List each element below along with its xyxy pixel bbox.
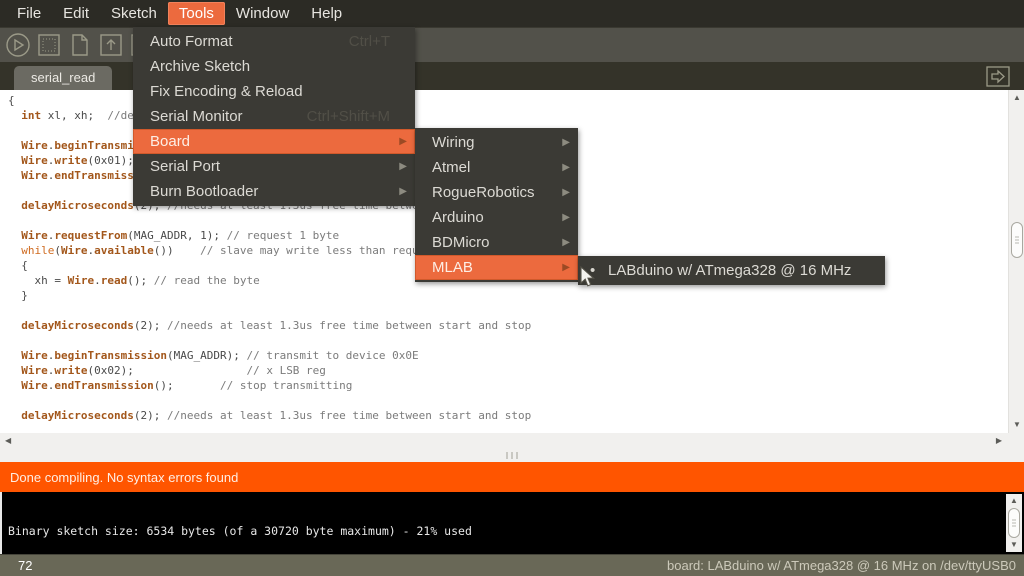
- menubar: FileEditSketchToolsWindowHelp: [0, 0, 1024, 27]
- code-line: [8, 303, 1024, 318]
- menubar-item-window[interactable]: Window: [225, 2, 300, 25]
- submenu-arrow-icon: ▶: [562, 155, 570, 180]
- board-menu-item-mlab[interactable]: MLAB ▶: [415, 255, 578, 280]
- code-line: [8, 333, 1024, 348]
- resize-grip-icon: [506, 452, 518, 459]
- menu-item-label: Atmel: [432, 159, 470, 176]
- menubar-item-sketch[interactable]: Sketch: [100, 2, 168, 25]
- tools-menu-item-fix-encoding-reload[interactable]: Fix Encoding & Reload: [133, 79, 415, 104]
- submenu-arrow-icon: ▶: [562, 255, 570, 280]
- menu-item-label: Serial Monitor: [150, 108, 243, 125]
- mouse-cursor-icon: [580, 266, 597, 294]
- menu-item-label: Archive Sketch: [150, 58, 250, 75]
- menu-item-label: Arduino: [432, 209, 484, 226]
- console-scrollbar[interactable]: ▲ ▼: [1006, 494, 1022, 552]
- scroll-up-icon[interactable]: ▲: [1013, 94, 1021, 102]
- tools-menu-item-board[interactable]: Board ▶: [133, 129, 415, 154]
- code-line: [8, 393, 1024, 408]
- console-output: Binary sketch size: 6534 bytes (of a 307…: [0, 492, 1024, 554]
- status-bar: Done compiling. No syntax errors found: [0, 462, 1024, 492]
- scroll-down-icon[interactable]: ▼: [1013, 421, 1021, 429]
- serial-monitor-icon[interactable]: [986, 66, 1010, 87]
- editor-horizontal-scrollbar[interactable]: ◀ ▶: [0, 433, 1024, 449]
- vscroll-thumb[interactable]: [1011, 222, 1023, 258]
- menubar-item-file[interactable]: File: [6, 2, 52, 25]
- submenu-arrow-icon: ▶: [562, 180, 570, 205]
- submenu-arrow-icon: ▶: [562, 205, 570, 230]
- submenu-arrow-icon: ▶: [562, 130, 570, 155]
- console-scroll-down-icon[interactable]: ▼: [1010, 541, 1018, 549]
- footer-bar: 72 board: LABduino w/ ATmega328 @ 16 MHz…: [0, 554, 1024, 576]
- code-line: delayMicroseconds(2); //needs at least 1…: [8, 318, 1024, 333]
- tools-menu-item-serial-monitor[interactable]: Serial Monitor Ctrl+Shift+M: [133, 104, 415, 129]
- tools-menu-item-archive-sketch[interactable]: Archive Sketch: [133, 54, 415, 79]
- editor-vertical-scrollbar[interactable]: ▲ ▼: [1008, 90, 1024, 433]
- console-line: Binary sketch size: 6534 bytes (of a 307…: [8, 524, 472, 538]
- menu-item-label: BDMicro: [432, 234, 490, 251]
- verify-icon[interactable]: [5, 32, 31, 58]
- line-number: 72: [18, 558, 32, 573]
- scroll-left-icon[interactable]: ◀: [5, 437, 11, 445]
- submenu-arrow-icon: ▶: [399, 179, 407, 204]
- menu-item-label: Serial Port: [150, 158, 220, 175]
- status-message: Done compiling. No syntax errors found: [10, 470, 238, 485]
- board-menu-item-wiring[interactable]: Wiring ▶: [415, 130, 578, 155]
- board-menu-item-bdmicro[interactable]: BDMicro ▶: [415, 230, 578, 255]
- board-menu-item-atmel[interactable]: Atmel ▶: [415, 155, 578, 180]
- pane-resize-handle[interactable]: [0, 449, 1024, 462]
- code-line: delayMicroseconds(2); //needs at least 1…: [8, 408, 1024, 423]
- mlab-submenu: •LABduino w/ ATmega328 @ 16 MHz: [578, 256, 885, 285]
- menu-shortcut: Ctrl+Shift+M: [307, 104, 390, 129]
- code-line: Wire.write(0x02); // x LSB reg: [8, 363, 1024, 378]
- board-menu-item-roguerobotics[interactable]: RogueRobotics ▶: [415, 180, 578, 205]
- board-submenu: Wiring▶Atmel▶RogueRobotics▶Arduino▶BDMic…: [415, 128, 578, 282]
- menu-shortcut: Ctrl+T: [349, 29, 390, 54]
- submenu-arrow-icon: ▶: [399, 129, 407, 154]
- menu-item-label: RogueRobotics: [432, 184, 535, 201]
- code-line: Wire.endTransmission(); // stop transmit…: [8, 378, 1024, 393]
- open-icon[interactable]: [98, 32, 124, 58]
- console-scroll-up-icon[interactable]: ▲: [1010, 497, 1018, 505]
- menu-item-label: Fix Encoding & Reload: [150, 83, 303, 100]
- submenu-arrow-icon: ▶: [399, 154, 407, 179]
- menubar-item-tools[interactable]: Tools: [168, 2, 225, 25]
- stop-icon[interactable]: [36, 32, 62, 58]
- tools-menu-item-auto-format[interactable]: Auto Format Ctrl+T: [133, 29, 415, 54]
- menubar-item-help[interactable]: Help: [300, 2, 353, 25]
- scroll-right-icon[interactable]: ▶: [996, 437, 1002, 445]
- tools-menu-item-serial-port[interactable]: Serial Port ▶: [133, 154, 415, 179]
- menu-item-label: Auto Format: [150, 33, 233, 50]
- menu-item-label: LABduino w/ ATmega328 @ 16 MHz: [608, 262, 851, 279]
- tab-serial-read[interactable]: serial_read: [14, 66, 112, 90]
- mlab-menu-item-labduino-w-atmega328-16-mhz[interactable]: •LABduino w/ ATmega328 @ 16 MHz: [578, 258, 885, 283]
- arduino-ide-window: FileEditSketchToolsWindowHelp: [0, 0, 1024, 576]
- menu-item-label: Board: [150, 133, 190, 150]
- board-status: board: LABduino w/ ATmega328 @ 16 MHz on…: [667, 558, 1016, 573]
- console-scroll-thumb[interactable]: [1008, 508, 1020, 538]
- board-menu-item-arduino[interactable]: Arduino ▶: [415, 205, 578, 230]
- menubar-item-edit[interactable]: Edit: [52, 2, 100, 25]
- menu-item-label: MLAB: [432, 259, 473, 276]
- new-sketch-icon[interactable]: [67, 32, 93, 58]
- submenu-arrow-icon: ▶: [562, 230, 570, 255]
- menu-item-label: Burn Bootloader: [150, 183, 258, 200]
- menu-item-label: Wiring: [432, 134, 475, 151]
- tools-menu: Auto Format Ctrl+T Archive Sketch Fix Encod…: [133, 27, 415, 206]
- code-line: Wire.beginTransmission(MAG_ADDR); // tra…: [8, 348, 1024, 363]
- code-line: }: [8, 288, 1024, 303]
- tools-menu-item-burn-bootloader[interactable]: Burn Bootloader ▶: [133, 179, 415, 204]
